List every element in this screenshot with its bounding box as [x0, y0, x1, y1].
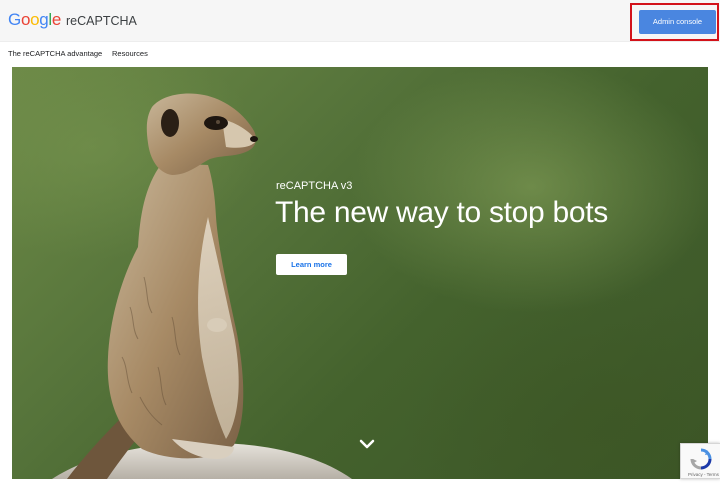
- hero-banner: reCAPTCHA v3 The new way to stop bots Le…: [12, 67, 708, 479]
- admin-console-button[interactable]: Admin console: [639, 10, 716, 34]
- recaptcha-logo-icon: [690, 448, 712, 470]
- meerkat-image: [52, 93, 352, 479]
- logo-letter: o: [20, 10, 31, 29]
- recaptcha-badge[interactable]: Privacy - Terms: [680, 443, 720, 479]
- badge-privacy-terms[interactable]: Privacy - Terms: [688, 472, 719, 477]
- logo-letter: G: [8, 10, 21, 29]
- hero-title: The new way to stop bots: [275, 196, 608, 229]
- hero-subtitle: reCAPTCHA v3: [276, 180, 353, 192]
- nav-link-resources[interactable]: Resources: [112, 49, 148, 58]
- nav-link-advantage[interactable]: The reCAPTCHA advantage: [8, 49, 102, 58]
- top-bar: Google reCAPTCHA Admin console: [0, 0, 720, 42]
- chevron-down-icon[interactable]: [357, 437, 377, 453]
- google-logo[interactable]: Google: [8, 10, 61, 30]
- logo-letter: e: [51, 10, 62, 29]
- learn-more-button[interactable]: Learn more: [276, 254, 347, 275]
- logo-letter: o: [30, 10, 40, 29]
- product-name: reCAPTCHA: [66, 14, 137, 28]
- sub-navigation: The reCAPTCHA advantage Resources: [0, 43, 720, 67]
